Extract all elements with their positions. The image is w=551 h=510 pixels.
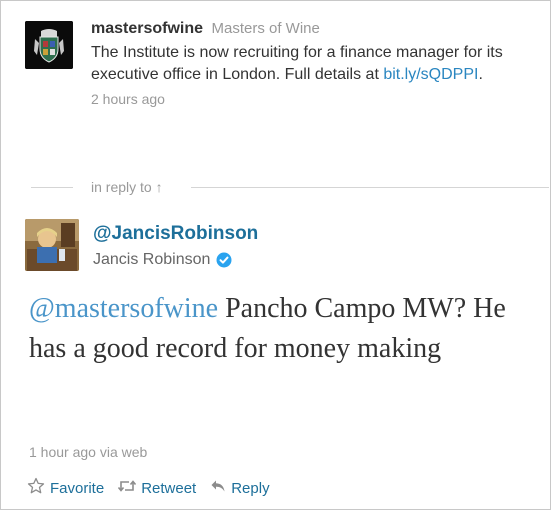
parent-display-name[interactable]: Masters of Wine <box>212 20 320 37</box>
main-tweet-text: @mastersofwine Pancho Campo MW? He has a… <box>29 289 529 369</box>
parent-tweet-link[interactable]: bit.ly/sQDPPI <box>383 66 478 83</box>
retweet-icon <box>118 479 141 497</box>
main-tweet-header: @JancisRobinson Jancis Robinson <box>93 223 258 269</box>
favorite-button[interactable]: Favorite <box>27 477 104 499</box>
reply-label: Reply <box>231 479 270 497</box>
divider-line-left <box>31 187 73 188</box>
parent-screen-name[interactable]: mastersofwine <box>91 20 203 37</box>
divider-line-right <box>191 187 549 188</box>
parent-tweet-body: mastersofwine Masters of Wine The Instit… <box>91 19 546 107</box>
in-reply-to-label[interactable]: in reply to ↑ <box>91 179 163 195</box>
in-reply-to-divider: in reply to ↑ <box>31 177 549 197</box>
tweet-permalink-frame: mastersofwine Masters of Wine The Instit… <box>0 0 551 510</box>
parent-tweet-header: mastersofwine Masters of Wine <box>91 19 546 39</box>
retweet-button[interactable]: Retweet <box>118 479 196 497</box>
main-name-row: Jancis Robinson <box>93 251 258 269</box>
retweet-label: Retweet <box>141 479 197 497</box>
mention-link[interactable]: @mastersofwine <box>29 293 218 324</box>
verified-badge-icon <box>216 252 232 268</box>
tweet-actions: Favorite Retweet Reply <box>27 477 284 499</box>
reply-button[interactable]: Reply <box>210 479 270 497</box>
parent-text-after: . <box>478 65 483 83</box>
favorite-label: Favorite <box>50 479 105 497</box>
main-tweet-meta[interactable]: 1 hour ago via web <box>29 444 147 460</box>
main-screen-name[interactable]: @JancisRobinson <box>93 223 258 245</box>
reply-icon <box>210 479 231 497</box>
crest-icon[interactable] <box>25 21 73 69</box>
parent-tweet-text: The Institute is now recruiting for a fi… <box>91 42 546 85</box>
parent-timestamp[interactable]: 2 hours ago <box>91 91 546 107</box>
star-icon <box>27 477 50 499</box>
main-display-name[interactable]: Jancis Robinson <box>93 251 210 269</box>
avatar[interactable] <box>25 219 79 271</box>
